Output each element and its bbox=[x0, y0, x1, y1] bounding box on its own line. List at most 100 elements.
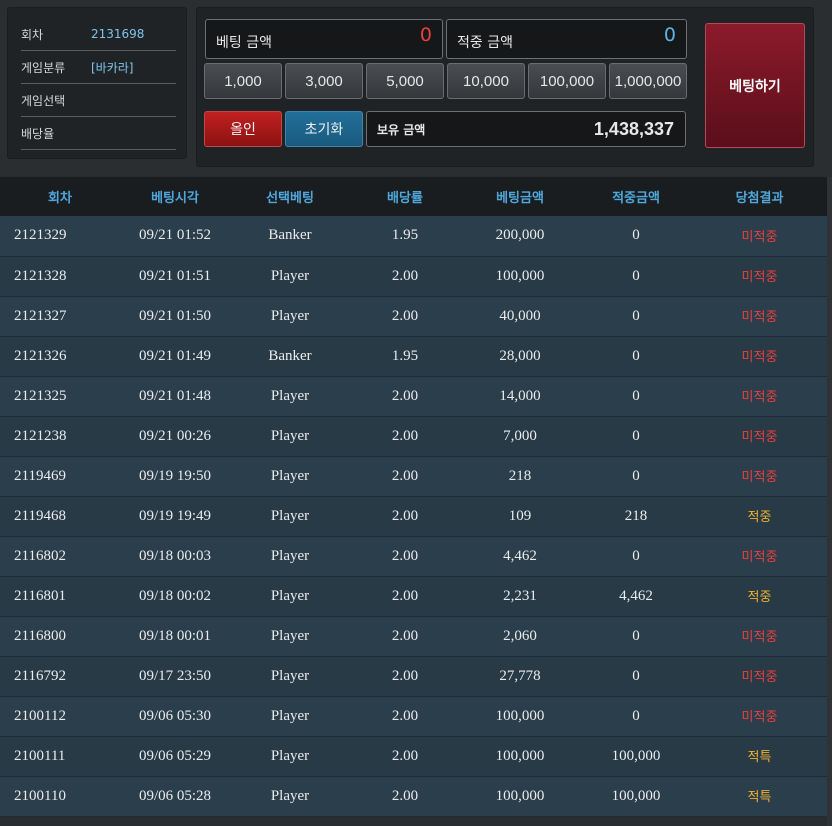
chip-3000-button[interactable]: 3,000 bbox=[285, 63, 363, 99]
cell-time: 09/21 01:52 bbox=[120, 216, 230, 257]
table-row: 2100111 09/06 05:29 Player 2.00 100,000 100,0… bbox=[0, 736, 827, 777]
cell-odds: 2.00 bbox=[350, 536, 460, 577]
round-label: 회차 bbox=[21, 27, 44, 42]
chip-100000-button[interactable]: 100,000 bbox=[528, 63, 606, 99]
cell-result: 미적중 bbox=[692, 376, 827, 417]
result-badge: 미적중 bbox=[741, 430, 778, 445]
cell-pick: Player bbox=[230, 376, 350, 417]
cell-win: 0 bbox=[580, 616, 692, 657]
cell-round: 2119469 bbox=[0, 456, 120, 497]
col-header-win: 적중금액 bbox=[612, 191, 660, 206]
all-in-button[interactable]: 올인 bbox=[204, 111, 282, 147]
cell-result: 미적중 bbox=[692, 416, 827, 457]
chip-10000-button[interactable]: 10,000 bbox=[447, 63, 525, 99]
cell-win: 0 bbox=[580, 456, 692, 497]
cell-odds: 1.95 bbox=[350, 216, 460, 257]
holding-amount-label: 보유 금액 bbox=[377, 122, 426, 137]
result-badge: 미적중 bbox=[741, 270, 778, 285]
cell-win: 218 bbox=[580, 496, 692, 537]
cell-bet: 218 bbox=[460, 456, 580, 497]
chip-buttons: 1,000 3,000 5,000 10,000 100,000 1,000,0… bbox=[204, 63, 690, 99]
cell-bet: 100,000 bbox=[460, 776, 580, 817]
cell-round: 2121325 bbox=[0, 376, 120, 417]
cell-win: 0 bbox=[580, 216, 692, 257]
result-badge: 미적중 bbox=[741, 630, 778, 645]
cell-round: 2100112 bbox=[0, 696, 120, 737]
cell-bet: 40,000 bbox=[460, 296, 580, 337]
cell-result: 미적중 bbox=[692, 456, 827, 497]
cell-round: 2119468 bbox=[0, 496, 120, 537]
cell-pick: Player bbox=[230, 296, 350, 337]
cell-pick: Player bbox=[230, 416, 350, 457]
cell-time: 09/21 00:26 bbox=[120, 416, 230, 457]
result-badge: 미적중 bbox=[741, 350, 778, 365]
cell-win: 100,000 bbox=[580, 736, 692, 777]
cell-time: 09/18 00:03 bbox=[120, 536, 230, 577]
cell-bet: 14,000 bbox=[460, 376, 580, 417]
table-row: 2116802 09/18 00:03 Player 2.00 4,462 0 미적중 bbox=[0, 536, 827, 577]
cell-win: 0 bbox=[580, 256, 692, 297]
result-badge: 미적중 bbox=[741, 229, 778, 245]
info-row-odds: 배당율 bbox=[21, 117, 176, 150]
cell-result: 미적중 bbox=[692, 656, 827, 697]
cell-result: 적특 bbox=[692, 736, 827, 777]
cell-round: 2100111 bbox=[0, 736, 120, 777]
table-row: 2121327 09/21 01:50 Player 2.00 40,000 0 미적중 bbox=[0, 296, 827, 337]
cell-win: 0 bbox=[580, 536, 692, 577]
cell-result: 미적중 bbox=[692, 256, 827, 297]
cell-pick: Player bbox=[230, 256, 350, 297]
col-header-bet: 베팅금액 bbox=[496, 191, 544, 206]
table-row: 2121328 09/21 01:51 Player 2.00 100,000 0 미적중 bbox=[0, 256, 827, 297]
cell-time: 09/18 00:01 bbox=[120, 616, 230, 657]
cell-result: 적특 bbox=[692, 776, 827, 817]
bet-amount-label: 베팅 금액 bbox=[216, 35, 272, 51]
cell-win: 100,000 bbox=[580, 776, 692, 817]
result-badge: 미적중 bbox=[741, 310, 778, 325]
info-row-selection: 게임선택 bbox=[21, 84, 176, 117]
result-badge: 미적중 bbox=[741, 390, 778, 405]
cell-bet: 4,462 bbox=[460, 536, 580, 577]
result-badge: 미적중 bbox=[741, 710, 778, 725]
result-badge: 적특 bbox=[747, 750, 772, 765]
reset-button[interactable]: 초기화 bbox=[285, 111, 363, 147]
table-row: 2121325 09/21 01:48 Player 2.00 14,000 0 미적중 bbox=[0, 376, 827, 417]
cell-odds: 2.00 bbox=[350, 736, 460, 777]
cell-win: 0 bbox=[580, 656, 692, 697]
cell-odds: 2.00 bbox=[350, 576, 460, 617]
result-badge: 적특 bbox=[747, 790, 772, 805]
cell-round: 2116802 bbox=[0, 536, 120, 577]
cell-round: 2121328 bbox=[0, 256, 120, 297]
cell-odds: 2.00 bbox=[350, 696, 460, 737]
cell-round: 2116800 bbox=[0, 616, 120, 657]
result-badge: 적중 bbox=[747, 510, 772, 525]
holding-amount-box: 보유 금액 1,438,337 bbox=[366, 111, 686, 147]
table-row: 2119469 09/19 19:50 Player 2.00 218 0 미적중 bbox=[0, 456, 827, 497]
cell-time: 09/06 05:29 bbox=[120, 736, 230, 777]
chip-1000-button[interactable]: 1,000 bbox=[204, 63, 282, 99]
cell-pick: Player bbox=[230, 656, 350, 697]
table-row: 2100112 09/06 05:30 Player 2.00 100,000 0 미적중 bbox=[0, 696, 827, 737]
cell-bet: 100,000 bbox=[460, 736, 580, 777]
win-amount-label: 적중 금액 bbox=[457, 35, 513, 51]
cell-win: 0 bbox=[580, 336, 692, 377]
place-bet-button[interactable]: 베팅하기 bbox=[705, 23, 805, 148]
chip-1000000-button[interactable]: 1,000,000 bbox=[609, 63, 687, 99]
result-badge: 미적중 bbox=[741, 470, 778, 485]
cell-odds: 2.00 bbox=[350, 296, 460, 337]
cell-pick: Player bbox=[230, 456, 350, 497]
cell-bet: 100,000 bbox=[460, 696, 580, 737]
cell-pick: Banker bbox=[230, 336, 350, 377]
cell-time: 09/17 23:50 bbox=[120, 656, 230, 697]
info-row-category: 게임분류 [바카라] bbox=[21, 51, 176, 84]
top-area: 회차 2131698 게임분류 [바카라] 게임선택 배당율 베팅 금액 0 적… bbox=[0, 0, 832, 176]
table-body: 2121329 09/21 01:52 Banker 1.95 200,000 0 미적중 2… bbox=[0, 216, 827, 817]
selection-label: 게임선택 bbox=[21, 93, 66, 108]
cell-bet: 109 bbox=[460, 496, 580, 537]
category-label: 게임분류 bbox=[21, 60, 66, 75]
cell-odds: 2.00 bbox=[350, 456, 460, 497]
col-header-odds: 배당률 bbox=[387, 191, 423, 206]
game-info-panel: 회차 2131698 게임분류 [바카라] 게임선택 배당율 bbox=[7, 7, 187, 159]
col-header-round: 회차 bbox=[48, 191, 72, 206]
chip-5000-button[interactable]: 5,000 bbox=[366, 63, 444, 99]
table-row: 2116792 09/17 23:50 Player 2.00 27,778 0 미적중 bbox=[0, 656, 827, 697]
